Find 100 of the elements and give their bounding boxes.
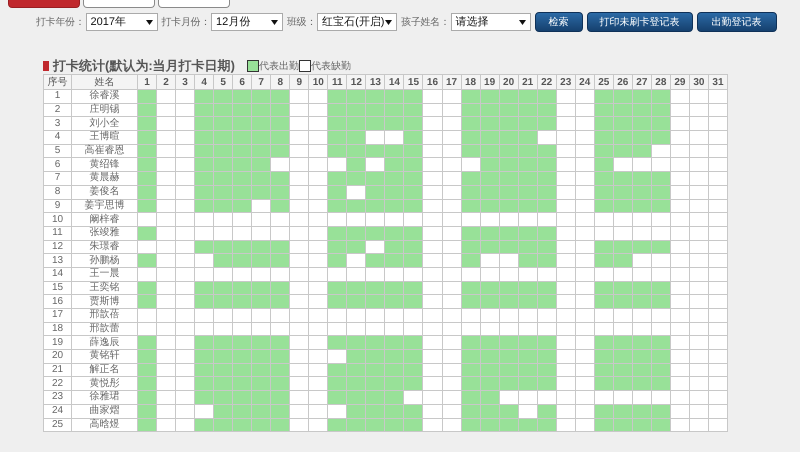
table-cell: 11 [44,226,72,240]
table-cell: 刘小全 [72,116,138,131]
column-header: 22 [537,74,556,90]
caret-icon [518,20,526,24]
table-cell: 徐睿溪 [72,90,138,104]
table-cell: 解正名 [72,363,138,377]
table-cell: 张竣雅 [72,226,138,240]
table-cell: 徐雅珺 [72,390,138,404]
caret-icon [271,20,278,24]
column-header: 2 [156,74,176,90]
column-header: 9 [290,74,309,90]
table-cell: 18 [44,322,72,336]
table-cell: 黄绍锋 [72,158,138,172]
column-header: 8 [270,74,290,90]
caret-icon [385,20,392,24]
table-cell: 15 [44,281,72,295]
column-header: 31 [708,74,728,90]
column-header: 14 [384,74,404,90]
column-header: 28 [651,74,670,90]
table-cell: 高晗煜 [72,418,138,432]
table-cell: 5 [44,144,72,158]
table-cell: 贾斯博 [72,294,138,308]
table-cell: 10 [44,212,72,226]
table-cell: 25 [44,418,72,432]
table-cell: 邢歆蕾 [72,322,138,336]
table-cell: 20 [44,350,72,364]
tab[interactable] [158,0,230,8]
column-header: 26 [613,74,632,90]
select-field[interactable]: 请选择 [450,13,531,31]
table-cell: 21 [44,363,72,377]
table-cell: 薛逸辰 [72,336,138,350]
column-header: 序号 [44,74,72,90]
action-button[interactable]: 出勤登记表 [696,12,777,32]
column-header: 29 [670,74,690,90]
table-cell: 6 [44,158,72,172]
column-header: 19 [480,74,500,90]
table-cell: 王奕铭 [72,281,138,295]
filter-label: 班级： [287,16,316,30]
select-field[interactable]: 12月份 [211,13,284,31]
table-cell: 12 [44,240,72,254]
column-header: 3 [176,74,195,90]
table-cell: 高崔睿恩 [72,144,138,158]
column-header: 27 [632,74,652,90]
table-cell: 姜俊名 [72,185,138,199]
column-header: 15 [404,74,423,90]
table-cell: 2 [44,103,72,117]
legend-label: 代表缺勤 [311,60,351,74]
table-cell: 22 [44,376,72,391]
column-header: 12 [346,74,366,90]
table-cell: 姜宇思博 [72,199,138,213]
table-cell: 阚梓睿 [72,212,138,226]
table-cell: 17 [44,308,72,322]
filter-label: 孩子姓名： [401,16,450,30]
table-cell: 24 [44,404,72,418]
legend-swatch-icon [299,60,311,72]
table-cell: 王博暄 [72,130,138,144]
column-header: 25 [594,74,614,90]
select-field[interactable]: 2017年 [86,13,158,31]
select-field[interactable]: 红宝石(开启) [317,13,398,31]
column-header: 20 [499,74,518,90]
column-header: 6 [232,74,252,90]
column-header: 30 [689,74,708,90]
table-cell: 9 [44,199,72,213]
table-cell: 7 [44,172,72,186]
table-cell: 13 [44,254,72,268]
column-header: 18 [461,74,480,90]
tab[interactable] [83,0,155,8]
section-marker-icon [43,61,49,71]
table-cell: 3 [44,116,72,131]
table-cell: 1 [44,90,72,104]
table-cell: 14 [44,267,72,282]
column-header: 21 [518,74,538,90]
table-cell: 4 [44,130,72,144]
column-header: 17 [442,74,462,90]
column-header: 姓名 [72,74,138,90]
legend-label: 代表出勤 [259,60,299,74]
table-cell: 黄铭轩 [72,350,138,364]
column-header: 1 [138,74,157,90]
action-button[interactable]: 打印未刷卡登记表 [586,12,693,32]
column-header: 13 [366,74,385,90]
column-header: 23 [556,74,576,90]
legend-swatch-icon [247,60,259,72]
table-cell: 孙鹏杨 [72,254,138,268]
table-cell: 曲家熠 [72,404,138,418]
filter-label: 打卡月份： [162,16,210,30]
column-header: 16 [422,74,442,90]
table-cell: 19 [44,336,72,350]
column-header: 7 [252,74,271,90]
column-header: 4 [194,74,214,90]
column-header: 10 [308,74,328,90]
column-header: 5 [214,74,233,90]
table-cell: 黄晨赫 [72,172,138,186]
section-title: 打卡统计(默认为:当月打卡日期) [53,57,235,76]
filter-label: 打卡年份： [36,16,85,30]
table-cell: 王一晨 [72,267,138,282]
action-button[interactable]: 检索 [534,12,583,32]
table-cell: 朱璟睿 [72,240,138,254]
table-cell: 23 [44,390,72,404]
column-header: 11 [328,74,347,90]
table-cell: 16 [44,294,72,308]
